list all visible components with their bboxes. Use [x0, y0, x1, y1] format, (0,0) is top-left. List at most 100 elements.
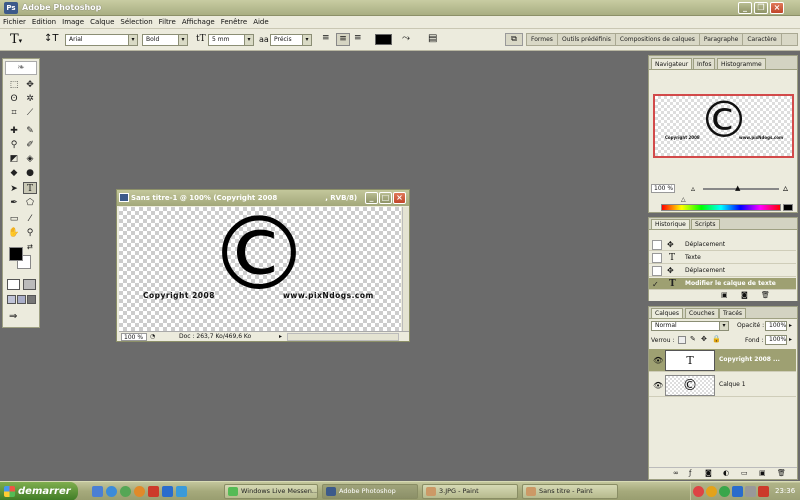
- vertical-scrollbar[interactable]: [402, 207, 409, 331]
- tab-traces[interactable]: Tracés: [719, 308, 747, 318]
- horizontal-scrollbar[interactable]: [287, 333, 399, 341]
- tab-scripts[interactable]: Scripts: [691, 219, 720, 229]
- magic-wand-tool-icon[interactable]: ✲: [23, 93, 37, 105]
- menu-fenetre[interactable]: Fenêtre: [218, 16, 250, 26]
- tray-antivirus-icon[interactable]: [693, 486, 704, 497]
- font-size-select[interactable]: 5 mm ▾: [208, 34, 254, 46]
- doc-maximize-button[interactable]: □: [379, 192, 392, 204]
- healing-brush-tool-icon[interactable]: ✚: [7, 125, 21, 137]
- navigator-zoom-field[interactable]: 100 %: [651, 184, 675, 193]
- feather-logo-icon[interactable]: ❧: [5, 61, 37, 75]
- color-spectrum-bar[interactable]: [661, 204, 781, 211]
- new-layer-icon[interactable]: ▣: [759, 469, 766, 477]
- menu-fichier[interactable]: Fichier: [0, 16, 29, 26]
- standard-mode-icon[interactable]: [7, 279, 20, 290]
- zoom-in-icon[interactable]: ▵: [783, 183, 788, 194]
- move-tool-icon[interactable]: ✥: [23, 79, 37, 91]
- lock-image-icon[interactable]: ✎: [690, 335, 696, 343]
- lock-all-icon[interactable]: 🔒: [712, 335, 721, 343]
- well-tab-compositions[interactable]: Compositions de calques: [616, 34, 700, 45]
- color-picker-swatch[interactable]: [783, 204, 793, 211]
- trash-icon[interactable]: 🗑: [761, 291, 770, 299]
- crop-tool-icon[interactable]: ⌗: [7, 107, 21, 119]
- brush-tool-icon[interactable]: ✎: [23, 125, 37, 137]
- menu-filtre[interactable]: Filtre: [156, 16, 179, 26]
- status-toggle-icon[interactable]: ◔: [150, 333, 155, 340]
- menu-edition[interactable]: Edition: [29, 16, 59, 26]
- font-style-select[interactable]: Bold ▾: [142, 34, 188, 46]
- taskbar-button-paint-1[interactable]: 3.JPG - Paint: [422, 484, 518, 499]
- screen-mode-standard-icon[interactable]: [7, 295, 16, 304]
- restore-button[interactable]: ❐: [754, 2, 768, 14]
- lock-position-icon[interactable]: ✥: [701, 335, 707, 343]
- tab-couches[interactable]: Couches: [685, 308, 719, 318]
- zoom-slider-thumb-icon[interactable]: ▲: [735, 184, 740, 192]
- fill-field[interactable]: 100%: [765, 335, 787, 345]
- tray-volume-icon[interactable]: [745, 486, 756, 497]
- layer-style-icon[interactable]: ƒ: [689, 469, 691, 477]
- history-brush-source-icon[interactable]: ✓: [652, 279, 659, 291]
- antialias-select[interactable]: Précis ▾: [270, 34, 312, 46]
- layer-row-active[interactable]: 👁 T Copyright 2008 ...: [649, 349, 796, 372]
- path-selection-tool-icon[interactable]: ➤: [7, 183, 21, 195]
- quicklaunch-app3-icon[interactable]: [176, 486, 187, 497]
- close-button[interactable]: ×: [770, 2, 784, 14]
- font-family-select[interactable]: Arial ▾: [65, 34, 138, 46]
- file-browser-icon[interactable]: ⧉: [505, 33, 523, 46]
- align-center-icon[interactable]: ≡: [336, 33, 350, 46]
- tab-infos[interactable]: Infos: [693, 58, 716, 69]
- status-arrow-icon[interactable]: ▸: [279, 333, 282, 340]
- tray-messenger-icon[interactable]: [719, 486, 730, 497]
- quicklaunch-ie-icon[interactable]: [106, 486, 117, 497]
- layer-row[interactable]: 👁 © Calque 1: [649, 374, 796, 397]
- tab-calques[interactable]: Calques: [651, 308, 683, 318]
- taskbar-button-messenger[interactable]: Windows Live Messen...: [224, 484, 318, 499]
- jump-to-imageready-icon[interactable]: ⇒: [9, 311, 17, 322]
- new-document-from-state-icon[interactable]: ▣: [721, 291, 728, 299]
- history-snapshot-box[interactable]: [652, 266, 662, 276]
- new-group-icon[interactable]: ▭: [741, 469, 748, 477]
- canvas[interactable]: © Copyright 2008 www.pixNdogs.com: [119, 204, 401, 331]
- slice-tool-icon[interactable]: ⟋: [23, 107, 37, 119]
- history-item[interactable]: ✥ Déplacement: [649, 239, 796, 251]
- eye-icon[interactable]: 👁: [653, 381, 663, 390]
- clone-stamp-tool-icon[interactable]: ⚲: [7, 139, 21, 151]
- taskbar-button-paint-2[interactable]: Sans titre - Paint: [522, 484, 618, 499]
- eye-icon[interactable]: 👁: [653, 356, 663, 365]
- align-right-icon[interactable]: ≡: [354, 34, 362, 43]
- lock-transparency-icon[interactable]: [678, 336, 686, 344]
- marquee-tool-icon[interactable]: ⬚: [7, 79, 21, 91]
- quicklaunch-desktop-icon[interactable]: [92, 486, 103, 497]
- quicklaunch-app2-icon[interactable]: [162, 486, 173, 497]
- quick-mask-mode-icon[interactable]: [23, 279, 36, 290]
- history-item[interactable]: ✥ Déplacement: [649, 265, 796, 277]
- tray-network-icon[interactable]: [706, 486, 717, 497]
- blur-tool-icon[interactable]: ◆: [7, 167, 21, 179]
- menu-calque[interactable]: Calque: [87, 16, 117, 26]
- layer-mask-icon[interactable]: ◙: [705, 469, 712, 477]
- minimize-button[interactable]: _: [738, 2, 752, 14]
- shape-tool-icon[interactable]: ⬠: [23, 197, 37, 209]
- menu-image[interactable]: Image: [59, 16, 87, 26]
- align-left-icon[interactable]: ≡: [322, 34, 330, 43]
- blend-mode-select[interactable]: Normal ▾: [651, 321, 729, 331]
- chevron-right-icon[interactable]: ▸: [789, 336, 792, 343]
- tab-histogramme[interactable]: Histogramme: [717, 58, 766, 69]
- zoom-field[interactable]: 100 %: [121, 333, 147, 341]
- adjustment-layer-icon[interactable]: ◐: [723, 469, 729, 477]
- tray-bluetooth-icon[interactable]: [732, 486, 743, 497]
- tray-app-icon[interactable]: [758, 486, 769, 497]
- notes-tool-icon[interactable]: ▭: [7, 213, 21, 225]
- quicklaunch-app-icon[interactable]: [148, 486, 159, 497]
- taskbar-button-photoshop[interactable]: Adobe Photoshop: [322, 484, 418, 499]
- eraser-tool-icon[interactable]: ◩: [7, 153, 21, 165]
- zoom-out-icon[interactable]: ▵: [691, 184, 695, 193]
- type-tool-preset-icon[interactable]: T▾: [10, 32, 22, 47]
- navigator-zoom-slider[interactable]: [703, 188, 779, 190]
- menu-aide[interactable]: Aide: [250, 16, 271, 26]
- history-snapshot-box[interactable]: [652, 240, 662, 250]
- hand-tool-icon[interactable]: ✋: [7, 227, 21, 239]
- well-tab-outils-predefinis[interactable]: Outils prédéfinis: [558, 34, 616, 45]
- link-layers-icon[interactable]: ∞: [673, 469, 679, 477]
- palettes-toggle-icon[interactable]: ▤: [428, 33, 437, 44]
